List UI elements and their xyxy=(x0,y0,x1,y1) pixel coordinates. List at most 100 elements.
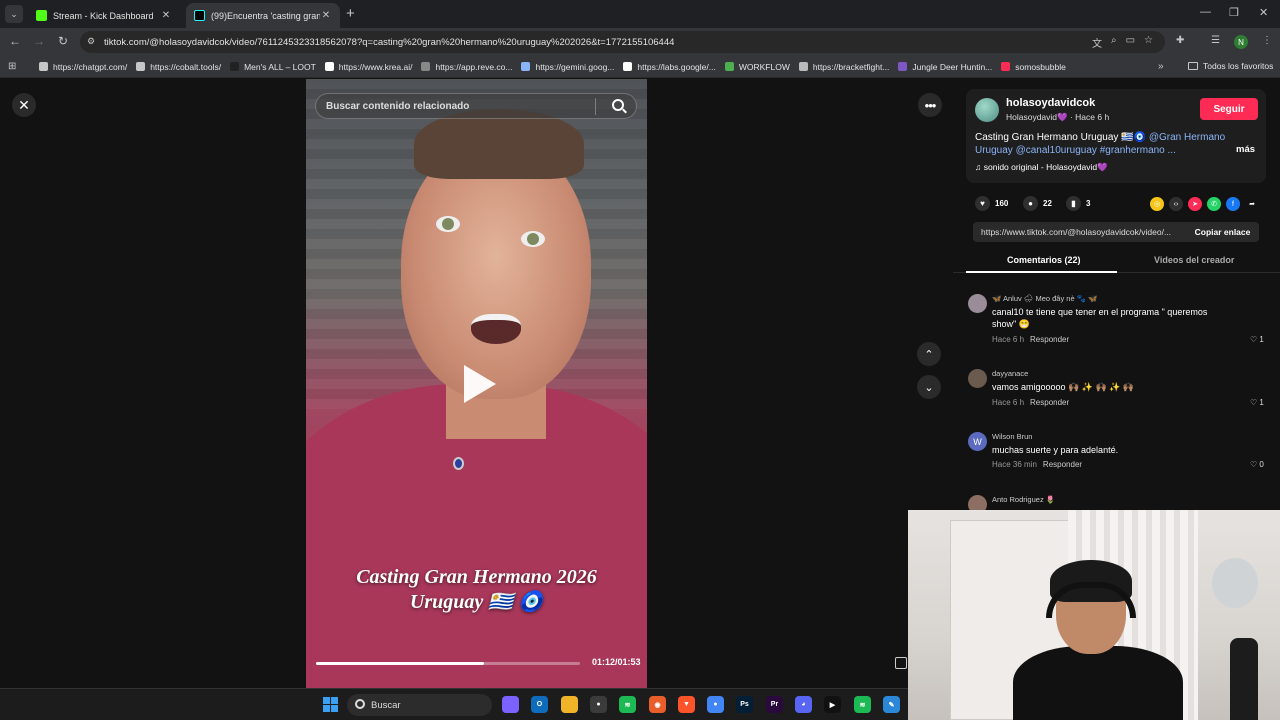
comment-button[interactable]: ● 22 xyxy=(1023,196,1052,211)
creator-username[interactable]: holasoydavidcok xyxy=(1006,97,1095,109)
menu-dots-icon[interactable]: ⋮ xyxy=(1262,35,1272,46)
bookmark-item[interactable]: https://www.krea.ai/ xyxy=(324,62,412,72)
bookmark-item[interactable]: WORKFLOW xyxy=(724,62,790,72)
bookmark-star-icon[interactable]: ☆ xyxy=(1144,35,1153,50)
video-progress-bar[interactable] xyxy=(316,662,580,665)
tab-tiktok[interactable]: (99)Encuentra 'casting gran hermano' ✕ xyxy=(186,3,340,28)
zoom-icon[interactable]: ⌕ xyxy=(1111,35,1117,50)
save-button[interactable]: ▮ 3 xyxy=(1066,196,1090,211)
bookmark-item[interactable]: https://gemini.goog... xyxy=(521,62,614,72)
close-tab-icon[interactable]: ✕ xyxy=(320,10,332,21)
video-player[interactable]: Buscar contenido relacionado Casting Gra… xyxy=(306,79,647,688)
bookmark-item[interactable]: https://app.reve.co... xyxy=(421,62,512,72)
taskbar-search[interactable]: Buscar xyxy=(347,694,492,716)
whatsapp-icon[interactable]: ✆ xyxy=(1207,197,1221,211)
tab-search-button[interactable]: ⌄ xyxy=(5,5,23,23)
bookmark-label: https://labs.google/... xyxy=(637,61,716,72)
new-tab-button[interactable]: + xyxy=(346,6,355,21)
extensions-icon[interactable]: ✚ xyxy=(1176,35,1184,46)
bookmark-item[interactable]: Men's ALL – LOOT xyxy=(230,62,316,72)
more-options-button[interactable]: ••• xyxy=(918,93,942,117)
close-tab-icon[interactable]: ✕ xyxy=(160,10,172,21)
chrome-icon[interactable]: ● xyxy=(707,696,724,713)
obs-icon[interactable]: ● xyxy=(590,696,607,713)
discord-icon[interactable]: ◕ xyxy=(795,696,812,713)
outlook-icon[interactable]: O xyxy=(531,696,548,713)
hashtag-link[interactable]: #granhermano ... xyxy=(1100,145,1176,156)
close-window-icon[interactable]: ✕ xyxy=(1259,6,1268,19)
explorer-icon[interactable] xyxy=(561,696,578,713)
bookmark-item[interactable]: somosbubble xyxy=(1001,62,1066,72)
like-button[interactable]: ♥ 160 xyxy=(975,196,1008,211)
commenter-avatar[interactable] xyxy=(968,294,987,313)
search-divider xyxy=(595,98,596,115)
creator-avatar[interactable] xyxy=(975,98,999,122)
media-icon[interactable]: ☰ xyxy=(1211,35,1220,46)
commenter-name[interactable]: 🦋 Anluv 🌧 Meo đây nè 🐾 🦋 xyxy=(992,294,1098,303)
reply-button[interactable]: Responder xyxy=(1043,460,1082,469)
tab-creator-videos[interactable]: Videos del creador xyxy=(1154,255,1234,265)
video-mouth xyxy=(471,314,521,344)
bookmark-item[interactable]: https://labs.google/... xyxy=(623,61,716,72)
cast-icon[interactable]: ▭ xyxy=(1126,35,1135,50)
next-video-button[interactable]: ⌄ xyxy=(917,375,941,399)
app-blue-icon[interactable]: ✎ xyxy=(883,696,900,713)
related-search-input[interactable]: Buscar contenido relacionado xyxy=(315,93,637,119)
commenter-name[interactable]: dayyanace xyxy=(992,369,1028,378)
reload-icon[interactable]: ↻ xyxy=(55,34,71,48)
translate-icon[interactable]: 文 xyxy=(1092,35,1102,50)
commenter-avatar[interactable]: W xyxy=(968,432,987,451)
mini-player-icon[interactable] xyxy=(895,657,907,669)
share-arrow-icon[interactable]: ➦ xyxy=(1245,197,1259,211)
search-icon[interactable] xyxy=(612,99,624,111)
sound-link[interactable]: ♫ sonido original - Holasoydavid💜 xyxy=(975,162,1108,173)
bookmark-item[interactable]: https://cobalt.tools/ xyxy=(136,62,221,72)
description-more-link[interactable]: más xyxy=(1236,144,1255,155)
reply-button[interactable]: Responder xyxy=(1030,335,1069,344)
photoshop-icon[interactable]: Ps xyxy=(736,696,753,713)
mention-link[interactable]: @canal10uruguay xyxy=(1016,145,1097,156)
minimize-icon[interactable]: — xyxy=(1200,6,1211,18)
commenter-name[interactable]: Wilson Brun xyxy=(992,432,1032,441)
copilot-icon[interactable] xyxy=(502,696,519,713)
coin-share-icon[interactable]: ◎ xyxy=(1150,197,1164,211)
previous-video-button[interactable]: ⌃ xyxy=(917,342,941,366)
profile-avatar[interactable]: N xyxy=(1234,35,1248,49)
follow-button[interactable]: Seguir xyxy=(1200,98,1258,120)
comment-like-button[interactable]: ♡ 1 xyxy=(1250,335,1264,344)
tab-comments[interactable]: Comentarios (22) xyxy=(1007,255,1081,265)
bookmark-item[interactable]: https://bracketfight... xyxy=(798,62,889,72)
kick-icon[interactable]: ▶ xyxy=(824,696,841,713)
bookmark-favicon-icon xyxy=(798,62,808,71)
copy-link-button[interactable]: Copiar enlace xyxy=(1186,222,1259,242)
comment-like-button[interactable]: ♡ 1 xyxy=(1250,398,1264,407)
spotify-icon[interactable]: ≋ xyxy=(619,696,636,713)
reply-button[interactable]: Responder xyxy=(1030,398,1069,407)
play-icon[interactable] xyxy=(464,365,496,403)
more-bookmarks-icon[interactable]: » xyxy=(1158,61,1164,72)
windows-start-icon[interactable] xyxy=(323,697,338,712)
restore-icon[interactable]: ❐ xyxy=(1229,6,1239,19)
comment-like-button[interactable]: ♡ 0 xyxy=(1250,460,1264,469)
apps-grid-icon[interactable]: ⊞ xyxy=(8,61,30,72)
embed-icon[interactable]: ‹› xyxy=(1169,197,1183,211)
site-settings-icon[interactable]: ⚙ xyxy=(87,36,98,47)
forward-icon[interactable]: → xyxy=(31,34,47,48)
premiere-icon[interactable]: Pr xyxy=(766,696,783,713)
bookmark-item[interactable]: Jungle Deer Huntin... xyxy=(898,62,992,72)
bookmark-item[interactable]: https://chatgpt.com/ xyxy=(39,62,127,72)
close-video-button[interactable]: ✕ xyxy=(12,93,36,117)
back-icon[interactable]: ← xyxy=(7,34,23,48)
facebook-icon[interactable]: f xyxy=(1226,197,1240,211)
commenter-avatar[interactable] xyxy=(968,369,987,388)
tab-kick-dashboard[interactable]: Stream - Kick Dashboard ✕ xyxy=(28,3,180,28)
send-icon[interactable]: ➤ xyxy=(1188,197,1202,211)
app-orange-icon[interactable]: ◉ xyxy=(649,696,666,713)
caption-line-2: Uruguay 🇺🇾 🧿 xyxy=(409,591,544,613)
brave-icon[interactable]: ▼ xyxy=(678,696,695,713)
all-bookmarks-button[interactable]: Todos los favoritos xyxy=(1188,61,1273,71)
share-link-url[interactable]: https://www.tiktok.com/@holasoydavidcok/… xyxy=(981,227,1185,237)
spotify-2-icon[interactable]: ≋ xyxy=(854,696,871,713)
address-bar[interactable]: ⚙ tiktok.com/@holasoydavidcok/video/7611… xyxy=(80,31,1165,53)
commenter-name[interactable]: Anto Rodriguez 🌷 xyxy=(992,495,1055,504)
